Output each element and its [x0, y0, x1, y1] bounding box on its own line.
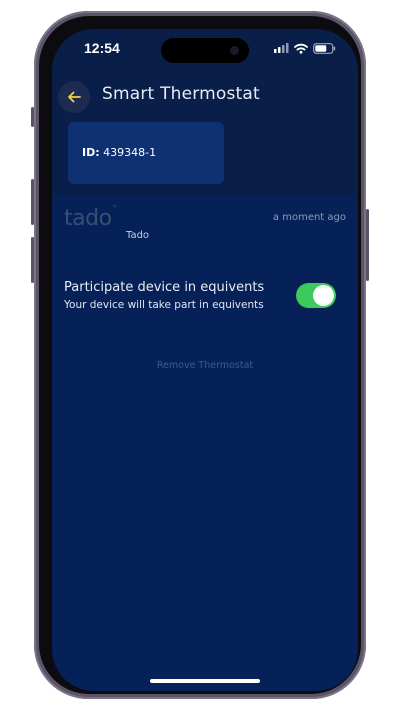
home-indicator[interactable]	[150, 679, 260, 683]
tado-logo-degree-mark: °	[112, 203, 118, 214]
front-camera	[230, 46, 239, 55]
cellular-signal-icon	[274, 43, 289, 53]
battery-icon	[313, 42, 336, 54]
tado-logo: tado°	[64, 203, 118, 231]
phone-volume-down-button	[31, 237, 34, 283]
back-button[interactable]	[58, 81, 90, 113]
participate-setting-subtitle: Your device will take part in equivents	[64, 299, 264, 311]
arrow-left-icon	[68, 91, 81, 103]
last-updated-timestamp: a moment ago	[272, 212, 346, 223]
toggle-knob	[313, 285, 334, 306]
dynamic-island	[161, 38, 249, 63]
app-screen: 12:54 Smart Thermostat ID: 439348-1 tado…	[52, 29, 358, 691]
phone-frame: 12:54 Smart Thermostat ID: 439348-1 tado…	[31, 11, 369, 699]
phone-power-button	[366, 209, 369, 281]
device-id-value: 439348-1	[103, 146, 157, 159]
phone-action-button	[31, 107, 34, 127]
participate-toggle[interactable]	[296, 283, 336, 308]
status-bar-time: 12:54	[84, 40, 120, 56]
device-brand-name: Tado	[126, 230, 150, 241]
remove-thermostat-button[interactable]: Remove Thermostat	[52, 360, 358, 371]
tado-logo-wordmark: tado	[64, 206, 112, 231]
device-id-label: ID:	[82, 146, 100, 159]
device-id-card: ID: 439348-1	[68, 122, 224, 184]
phone-bezel: 12:54 Smart Thermostat ID: 439348-1 tado…	[39, 16, 361, 694]
participate-setting-title: Participate device in equivents	[64, 280, 265, 295]
page-title: Smart Thermostat	[102, 84, 260, 104]
phone-volume-up-button	[31, 179, 34, 225]
device-id: ID: 439348-1	[82, 146, 156, 159]
status-bar-icons	[274, 42, 336, 54]
wifi-icon	[294, 43, 308, 54]
